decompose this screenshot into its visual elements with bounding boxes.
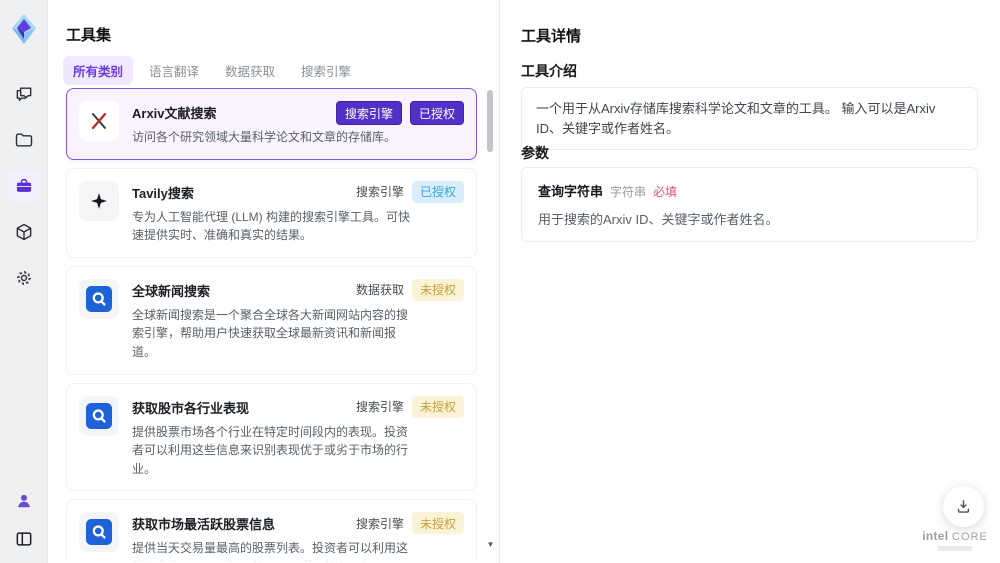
app-logo <box>8 10 40 48</box>
watermark-product: CORE <box>952 530 988 543</box>
tool-details-panel: 工具详情 工具介绍 一个用于从Arxiv存储库搜索科学论文和文章的工具。 输入可… <box>500 0 1000 563</box>
sidebar-item-plugins[interactable] <box>8 216 40 248</box>
gear-icon <box>14 268 34 288</box>
left-rail <box>0 0 48 563</box>
watermark-brand: intel <box>922 528 949 543</box>
auth-status-badge: 未授权 <box>411 395 464 418</box>
parameter-item: 查询字符串 字符串 必填 用于搜索的Arxiv ID、关键字或作者姓名。 <box>521 167 978 242</box>
rail-nav <box>7 78 40 294</box>
tab-data-acquisition[interactable]: 数据获取 <box>215 56 285 85</box>
intel-core-watermark: intel CORE <box>920 528 990 551</box>
sidebar-item-panel-toggle[interactable] <box>8 523 40 555</box>
category-badge: 搜索引擎 <box>355 516 404 531</box>
tavily-star-icon <box>79 180 119 221</box>
intro-text-box: 一个用于从Arxiv存储库搜索科学论文和文章的工具。 输入可以是Arxiv ID… <box>521 87 978 150</box>
tab-search-engine[interactable]: 搜索引擎 <box>291 56 361 85</box>
auth-status-badge: 已授权 <box>409 101 464 125</box>
tool-card-tavily[interactable]: Tavily搜索 专为人工智能代理 (LLM) 构建的搜索引擎工具。可快速提供实… <box>66 167 477 258</box>
chat-icon <box>14 84 34 104</box>
briefcase-icon <box>14 176 34 196</box>
auth-status-badge: 未授权 <box>411 512 464 535</box>
panel-layout-icon <box>14 529 34 549</box>
user-icon <box>14 491 34 511</box>
param-required-label: 必填 <box>653 185 678 199</box>
download-icon <box>955 498 972 515</box>
tool-description: 专为人工智能代理 (LLM) 构建的搜索引擎工具。可快速提供实时、准确和真实的结… <box>132 209 411 243</box>
blue-search-icon <box>79 278 119 319</box>
tool-card-global-news[interactable]: 全球新闻搜索 全球新闻搜索是一个聚合全球各大新闻网站内容的搜索引擎，帮助用户快速… <box>66 265 477 375</box>
page-title: 工具集 <box>66 27 112 44</box>
rail-bottom <box>0 485 48 555</box>
category-badge: 数据获取 <box>355 283 404 298</box>
sidebar-item-profile[interactable] <box>8 485 40 517</box>
scrollbar-down-arrow[interactable]: ▼ <box>486 541 495 549</box>
category-badge: 搜索引擎 <box>355 185 404 200</box>
tool-description: 提供股票市场各个行业在特定时间段内的表现。投资者可以利用这些信息来识别表现优于或… <box>132 424 409 476</box>
blue-search-icon <box>79 395 119 436</box>
tab-all-categories[interactable]: 所有类别 <box>63 56 134 85</box>
scrollbar-thumb[interactable] <box>487 90 493 152</box>
blue-search-icon <box>79 512 119 553</box>
list-scrollbar[interactable]: ▼ <box>486 88 495 549</box>
intro-heading: 工具介绍 <box>521 63 577 79</box>
auth-status-badge: 未授权 <box>411 278 464 301</box>
param-description: 用于搜索的Arxiv ID、关键字或作者姓名。 <box>538 212 779 227</box>
details-title: 工具详情 <box>521 28 582 45</box>
sidebar-item-tools[interactable] <box>7 170 40 202</box>
tool-description: 全球新闻搜索是一个聚合全球各大新闻网站内容的搜索引擎，帮助用户快速获取全球最新资… <box>132 307 409 359</box>
tool-description: 访问各个研究领域大量科学论文和文章的存储库。 <box>132 130 397 144</box>
cube-icon <box>14 222 34 242</box>
tool-card-stock-sectors[interactable]: 获取股市各行业表现 提供股票市场各个行业在特定时间段内的表现。投资者可以利用这些… <box>66 382 477 492</box>
arxiv-icon <box>79 101 119 141</box>
folder-icon <box>14 130 34 150</box>
param-type: 字符串 <box>610 185 647 199</box>
tools-list-panel: 工具集 所有类别 语言翻译 数据获取 搜索引擎 Arxiv文献搜索 访问各个研究… <box>48 0 500 563</box>
tab-language-translation[interactable]: 语言翻译 <box>139 56 209 85</box>
category-badge: 搜索引擎 <box>355 400 404 415</box>
param-name: 查询字符串 <box>538 184 604 199</box>
category-badge: 搜索引擎 <box>335 101 402 125</box>
category-tabs: 所有类别 语言翻译 数据获取 搜索引擎 <box>63 56 361 85</box>
params-heading: 参数 <box>521 145 549 161</box>
tool-card-active-stocks[interactable]: 获取市场最活跃股票信息 提供当天交易量最高的股票列表。投资者可以利用这些信息来识… <box>66 499 477 561</box>
watermark-subline <box>938 546 972 551</box>
tool-card-arxiv[interactable]: Arxiv文献搜索 访问各个研究领域大量科学论文和文章的存储库。 搜索引擎 已授… <box>66 88 477 160</box>
download-button[interactable] <box>943 486 984 527</box>
sidebar-item-chat[interactable] <box>8 78 40 110</box>
sidebar-item-files[interactable] <box>8 124 40 156</box>
tool-card-list: Arxiv文献搜索 访问各个研究领域大量科学论文和文章的存储库。 搜索引擎 已授… <box>66 88 477 561</box>
tool-description: 提供当天交易量最高的股票列表。投资者可以利用这些信息来识别流动性强的股票和潜在的… <box>132 541 409 561</box>
sidebar-item-settings[interactable] <box>8 262 40 294</box>
auth-status-badge: 已授权 <box>411 180 464 203</box>
